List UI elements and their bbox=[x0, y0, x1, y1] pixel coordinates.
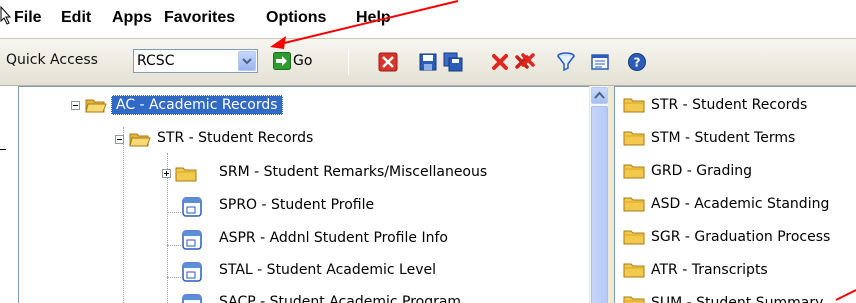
folder-icon bbox=[623, 296, 645, 303]
list-item-label: STM - Student Terms bbox=[651, 130, 796, 146]
list-item-label: SGR - Graduation Process bbox=[651, 229, 831, 245]
quick-access-select[interactable]: RCSC bbox=[133, 49, 258, 73]
list-item-label: GRD - Grading bbox=[651, 163, 753, 179]
collapse-icon[interactable] bbox=[71, 101, 80, 110]
list-item-label: STR - Student Records bbox=[651, 97, 808, 113]
quick-access-label: Quick Access bbox=[6, 52, 98, 68]
tree-node-label: ASPR - Addnl Student Profile Info bbox=[219, 230, 448, 246]
save-all-icon[interactable] bbox=[443, 52, 463, 72]
folder-open-icon bbox=[85, 99, 107, 113]
collapse-icon[interactable] bbox=[115, 135, 124, 144]
mouse-cursor-icon bbox=[0, 6, 12, 25]
chevron-down-icon[interactable] bbox=[238, 51, 256, 71]
scroll-up-arrow-icon[interactable] bbox=[591, 87, 608, 104]
menu-edit[interactable]: Edit bbox=[61, 9, 91, 27]
tree-node-label: SPRO - Student Profile bbox=[219, 197, 375, 213]
divider bbox=[0, 149, 6, 150]
list-item[interactable]: SUM - Student Summary bbox=[615, 291, 856, 303]
quick-access-value: RCSC bbox=[137, 53, 175, 69]
go-arrow-icon bbox=[273, 52, 291, 70]
list-item[interactable]: ASD - Academic Standing bbox=[615, 192, 856, 216]
tree-node-spro[interactable]: SPRO - Student Profile bbox=[19, 194, 579, 220]
folder-open-icon bbox=[129, 133, 151, 147]
folder-icon bbox=[623, 164, 645, 179]
go-label: Go bbox=[293, 53, 313, 69]
expand-icon[interactable] bbox=[162, 169, 171, 178]
form-icon bbox=[182, 197, 202, 217]
folder-icon bbox=[623, 131, 645, 146]
list-item[interactable]: STM - Student Terms bbox=[615, 126, 856, 150]
tree-node-label: STR - Student Records bbox=[157, 130, 314, 146]
tree-node-stal[interactable]: STAL - Student Academic Level bbox=[19, 259, 579, 285]
tree-node-ac[interactable]: AC - Academic Records bbox=[19, 93, 579, 119]
delete-all-icon[interactable] bbox=[515, 52, 535, 72]
menu-file[interactable]: File bbox=[14, 9, 42, 27]
folder-icon bbox=[623, 230, 645, 245]
tree-node-label: STAL - Student Academic Level bbox=[219, 262, 436, 278]
save-icon[interactable] bbox=[418, 52, 438, 72]
list-pane: STR - Student Records STM - Student Term… bbox=[614, 86, 856, 303]
folder-icon bbox=[623, 98, 645, 113]
list-item-label: SUM - Student Summary bbox=[651, 295, 824, 303]
svg-text:?: ? bbox=[634, 56, 641, 70]
tree-node-label: SRM - Student Remarks/Miscellaneous bbox=[219, 164, 488, 180]
toolbar-separator bbox=[348, 49, 349, 75]
menu-apps[interactable]: Apps bbox=[112, 9, 152, 27]
tree-node-srm[interactable]: SRM - Student Remarks/Miscellaneous bbox=[19, 161, 579, 187]
tree-node-str[interactable]: STR - Student Records bbox=[19, 127, 579, 153]
list-item-label: ATR - Transcripts bbox=[651, 262, 768, 278]
folder-icon bbox=[623, 197, 645, 212]
tree-pane: AC - Academic Records STR - Student Reco… bbox=[18, 86, 608, 303]
tree-node-label: SACP - Student Academic Program bbox=[219, 294, 462, 303]
tree-node-label: AC - Academic Records bbox=[111, 95, 283, 115]
delete-icon[interactable] bbox=[490, 52, 510, 72]
list-item[interactable]: STR - Student Records bbox=[615, 93, 856, 117]
list-item-label: ASD - Academic Standing bbox=[651, 196, 830, 212]
menu-bar: File Edit Apps Favorites Options Help bbox=[0, 0, 856, 38]
close-form-icon[interactable] bbox=[378, 52, 398, 72]
folder-icon bbox=[175, 167, 197, 182]
filter-icon[interactable] bbox=[556, 52, 576, 72]
menu-help[interactable]: Help bbox=[356, 9, 391, 27]
tree-scrollbar[interactable] bbox=[589, 86, 608, 303]
tree-node-aspr[interactable]: ASPR - Addnl Student Profile Info bbox=[19, 227, 579, 253]
tree-node-sacp[interactable]: SACP - Student Academic Program bbox=[19, 291, 579, 303]
list-item[interactable]: SGR - Graduation Process bbox=[615, 225, 856, 249]
menu-favorites[interactable]: Favorites bbox=[164, 9, 235, 27]
list-item[interactable]: GRD - Grading bbox=[615, 159, 856, 183]
toolbar: Quick Access RCSC Go ? bbox=[0, 38, 856, 86]
view-details-icon[interactable] bbox=[590, 52, 610, 72]
left-margin bbox=[0, 86, 18, 303]
help-icon[interactable]: ? bbox=[627, 52, 647, 72]
form-icon bbox=[182, 230, 202, 250]
folder-icon bbox=[623, 263, 645, 278]
menu-options[interactable]: Options bbox=[266, 9, 326, 27]
form-icon bbox=[182, 262, 202, 282]
form-icon bbox=[182, 294, 202, 303]
scroll-thumb[interactable] bbox=[591, 106, 608, 303]
go-button[interactable]: Go bbox=[270, 49, 326, 74]
list-item[interactable]: ATR - Transcripts bbox=[615, 258, 856, 282]
